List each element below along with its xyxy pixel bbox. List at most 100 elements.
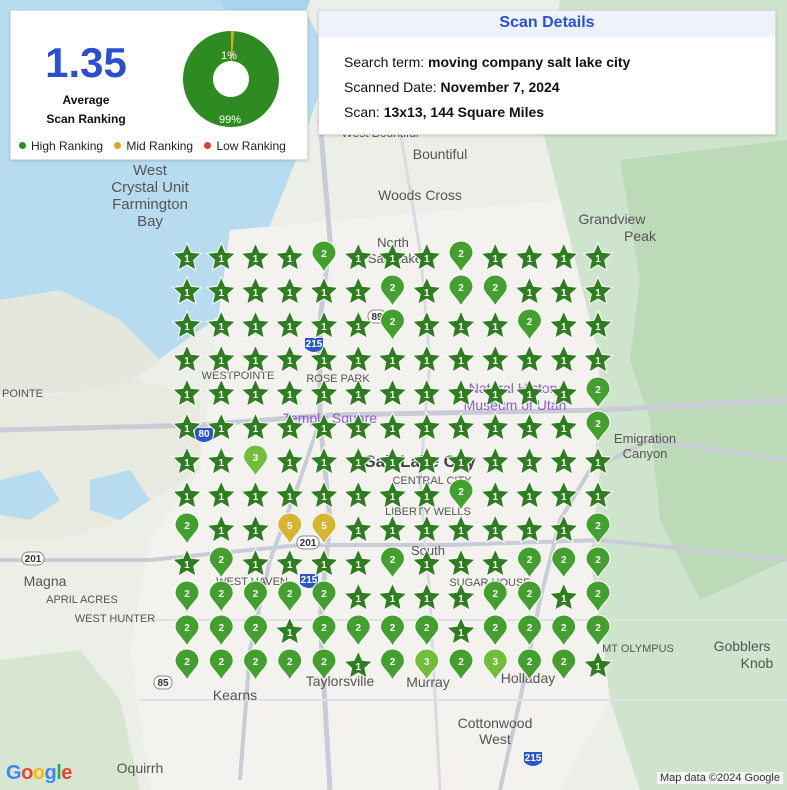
rank-marker-label: 3 — [492, 657, 498, 668]
rank-marker-label: 1 — [458, 594, 464, 605]
rank-marker-label: 1 — [561, 288, 567, 299]
rank-marker-label: 1 — [321, 356, 327, 367]
highway-label-201: 201 — [25, 554, 42, 565]
rank-marker-label: 1 — [321, 458, 327, 469]
average-label-line2: Scan Ranking — [46, 112, 126, 126]
rank-marker-label: 1 — [390, 390, 396, 401]
rank-marker-label: 1 — [184, 492, 190, 503]
rank-marker-label: 1 — [287, 560, 293, 571]
rank-marker-label: 1 — [355, 662, 361, 673]
rank-marker-label: 2 — [458, 657, 464, 668]
rank-marker-label: 1 — [458, 628, 464, 639]
rank-marker-label: 1 — [218, 254, 224, 265]
legend-low-label: Low Ranking — [216, 139, 286, 153]
search-term-value: moving company salt lake city — [428, 54, 631, 70]
rank-marker-label: 1 — [458, 526, 464, 537]
rank-marker-label: 1 — [287, 322, 293, 333]
donut-high-label: 99% — [219, 114, 241, 126]
highway-label-215: 215 — [306, 339, 323, 350]
rank-marker-label: 2 — [595, 521, 601, 532]
rank-marker-label: 1 — [355, 254, 361, 265]
rank-marker-label: 2 — [458, 249, 464, 260]
rank-marker-label: 1 — [253, 356, 259, 367]
rank-marker-label: 1 — [492, 390, 498, 401]
rank-marker-label: 2 — [390, 317, 396, 328]
scan-size-label: Scan: — [344, 104, 380, 120]
map-label-bountiful: Bountiful — [413, 146, 467, 162]
rank-marker-label: 2 — [424, 623, 430, 634]
rank-marker-label: 2 — [184, 623, 190, 634]
rank-marker-label: 1 — [595, 288, 601, 299]
map-label-peak: Peak — [624, 228, 657, 244]
rank-marker-label: 2 — [390, 657, 396, 668]
search-term-label: Search term: — [344, 54, 425, 70]
rank-marker-label: 1 — [321, 424, 327, 435]
rank-marker-label: 1 — [184, 560, 190, 571]
scan-details-title: Scan Details — [319, 11, 775, 37]
rank-marker-label: 1 — [458, 390, 464, 401]
rank-marker-label: 1 — [527, 492, 533, 503]
map-label-magna: Magna — [24, 573, 67, 589]
rank-marker-label: 1 — [390, 458, 396, 469]
legend-high-dot — [19, 142, 26, 149]
rank-marker-label: 1 — [561, 390, 567, 401]
rank-marker-label: 1 — [424, 424, 430, 435]
map-attribution[interactable]: Map data ©2024 Google — [656, 772, 783, 784]
map-label-knob: Knob — [741, 655, 774, 671]
rank-marker-label: 2 — [253, 657, 259, 668]
rank-marker-label: 1 — [184, 356, 190, 367]
rank-marker-label: 2 — [595, 419, 601, 430]
rank-marker-label: 2 — [458, 487, 464, 498]
rank-marker-label: 1 — [595, 492, 601, 503]
rank-marker-label: 1 — [287, 628, 293, 639]
rank-marker-label: 1 — [492, 356, 498, 367]
rank-marker-label: 1 — [321, 560, 327, 571]
rank-marker-label: 1 — [492, 492, 498, 503]
rank-marker-label: 1 — [527, 424, 533, 435]
rank-marker-label: 1 — [561, 356, 567, 367]
rank-marker-label: 1 — [424, 526, 430, 537]
legend-low: Low Ranking — [204, 139, 286, 153]
rank-marker-label: 2 — [527, 589, 533, 600]
rank-marker-label: 1 — [184, 288, 190, 299]
legend-mid-dot — [114, 142, 122, 149]
rank-marker-label: 2 — [527, 317, 533, 328]
rank-marker-label: 1 — [218, 492, 224, 503]
map-label-liberty-wells: LIBERTY WELLS — [385, 506, 471, 518]
rank-marker-label: 1 — [492, 526, 498, 537]
highway-label-215c: 215 — [525, 753, 542, 764]
rank-marker-label: 1 — [527, 526, 533, 537]
search-term-row: Search term: moving company salt lake ci… — [344, 54, 630, 70]
map-label-bay: Bay — [137, 213, 163, 230]
rank-marker-label: 1 — [527, 254, 533, 265]
rank-marker-label: 1 — [390, 526, 396, 537]
legend-mid: Mid Ranking — [114, 139, 193, 153]
rank-marker-label: 1 — [390, 356, 396, 367]
rank-marker-label: 2 — [253, 623, 259, 634]
rank-marker-label: 2 — [218, 555, 224, 566]
map-label-woods-cross: Woods Cross — [378, 187, 462, 203]
legend-high-label: High Ranking — [31, 139, 104, 153]
rank-marker-label: 1 — [287, 492, 293, 503]
rank-marker-label: 1 — [424, 560, 430, 571]
legend-high: High Ranking — [19, 139, 103, 153]
rank-marker-label: 1 — [253, 288, 259, 299]
rank-marker-label: 1 — [355, 560, 361, 571]
rank-marker-label: 1 — [355, 458, 361, 469]
rank-marker-label: 1 — [218, 288, 224, 299]
rank-marker-label: 1 — [492, 560, 498, 571]
rank-marker-label: 2 — [527, 623, 533, 634]
rank-marker-label: 2 — [321, 657, 327, 668]
rank-marker-label: 1 — [321, 322, 327, 333]
rank-marker-label: 1 — [321, 390, 327, 401]
rank-marker-label: 2 — [355, 623, 361, 634]
rank-marker-label: 1 — [424, 594, 430, 605]
map-label-mt-olympus: MT OLYMPUS — [602, 643, 674, 655]
rank-marker-label: 2 — [595, 623, 601, 634]
rank-marker-label: 1 — [458, 424, 464, 435]
scanned-date-row: Scanned Date: November 7, 2024 — [344, 79, 560, 95]
scan-size-value: 13x13, 144 Square Miles — [383, 104, 545, 120]
rank-marker-label: 1 — [355, 288, 361, 299]
map-label-canyon: Canyon — [623, 446, 668, 461]
rank-marker-label: 2 — [492, 623, 498, 634]
